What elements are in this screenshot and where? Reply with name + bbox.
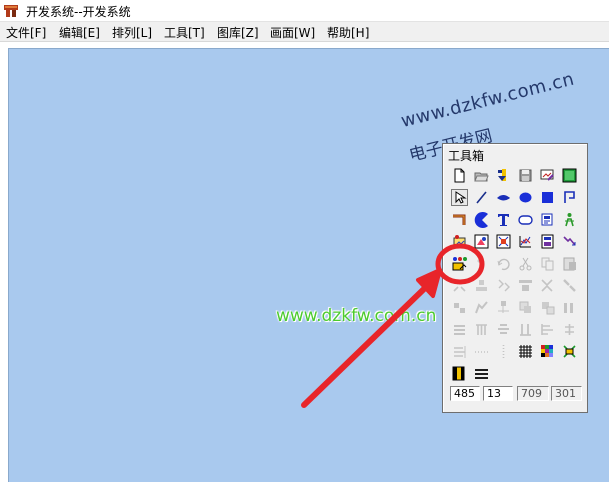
menu-help[interactable]: 帮助[H] <box>327 24 369 41</box>
align-o-icon <box>495 321 512 338</box>
align-h-icon <box>473 299 490 316</box>
status-y: 13 <box>483 386 513 401</box>
save-icon[interactable] <box>517 167 534 184</box>
window-title: 开发系统--开发系统 <box>26 5 131 19</box>
align-a-icon <box>451 277 468 294</box>
polyline-icon[interactable] <box>561 189 578 206</box>
pipe-icon[interactable] <box>451 211 468 228</box>
align-b-icon <box>473 277 490 294</box>
align-p-icon <box>517 321 534 338</box>
align-q-icon <box>539 321 556 338</box>
rounded-rect-icon[interactable] <box>517 211 534 228</box>
frame-icon[interactable] <box>495 233 512 250</box>
status-height: 301 <box>551 386 582 401</box>
align-l-icon <box>561 299 578 316</box>
menu-bar: 文件[F] 编辑[E] 排列[L] 工具[T] 图库[Z] 画面[W] 帮助[H… <box>0 22 609 42</box>
report-icon[interactable] <box>539 233 556 250</box>
status-x: 485 <box>450 386 480 401</box>
horizontal-dots-icon <box>473 343 490 360</box>
align-d-icon <box>517 277 534 294</box>
fill-pattern-icon[interactable] <box>451 365 468 382</box>
trend-icon[interactable] <box>561 233 578 250</box>
text-icon[interactable] <box>495 211 512 228</box>
copy-icon <box>539 255 556 272</box>
person-icon[interactable] <box>561 211 578 228</box>
align-n-icon <box>473 321 490 338</box>
pointer-icon[interactable] <box>451 189 468 206</box>
cut-icon <box>517 255 534 272</box>
disabled-tool-icon <box>473 255 490 272</box>
pie-icon[interactable] <box>473 211 490 228</box>
line-style-icon[interactable] <box>473 365 490 382</box>
menu-arrange[interactable]: 排列[L] <box>112 24 152 41</box>
menu-tools[interactable]: 工具[T] <box>164 24 205 41</box>
color-dots-icon[interactable] <box>451 255 468 272</box>
align-c-icon <box>495 277 512 294</box>
line-icon[interactable] <box>473 189 490 206</box>
rectangle-icon[interactable] <box>539 189 556 206</box>
align-r-icon <box>561 321 578 338</box>
open-folder-icon[interactable] <box>473 167 490 184</box>
toolbox-panel[interactable]: 工具箱 485 13 709 301 <box>442 143 588 413</box>
align-i-icon <box>495 299 512 316</box>
menu-file[interactable]: 文件[F] <box>6 24 46 41</box>
menu-screen[interactable]: 画面[W] <box>270 24 315 41</box>
align-k-icon <box>539 299 556 316</box>
new-file-icon[interactable] <box>451 167 468 184</box>
paste-icon <box>561 255 578 272</box>
menu-edit[interactable]: 编辑[E] <box>59 24 100 41</box>
align-s-icon <box>451 343 468 360</box>
chart-icon[interactable] <box>517 233 534 250</box>
color-palette-icon[interactable] <box>539 343 556 360</box>
menu-gallery[interactable]: 图库[Z] <box>217 24 259 41</box>
green-panel-icon[interactable] <box>561 167 578 184</box>
network-icon[interactable] <box>561 343 578 360</box>
app-icon <box>3 3 19 19</box>
rotate-icon <box>495 255 512 272</box>
align-j-icon <box>517 299 534 316</box>
vertical-dots-icon <box>495 343 512 360</box>
align-e-icon <box>539 277 556 294</box>
image-edit-icon[interactable] <box>539 167 556 184</box>
import-icon[interactable] <box>495 167 512 184</box>
bitmap-icon[interactable] <box>473 233 490 250</box>
align-m-icon <box>451 321 468 338</box>
green-watermark-url: www.dzkfw.com.cn <box>276 306 437 326</box>
toolbox-title: 工具箱 <box>448 149 485 163</box>
align-g-icon <box>451 299 468 316</box>
grid-icon[interactable] <box>517 343 534 360</box>
status-width: 709 <box>517 386 549 401</box>
gallery-icon[interactable] <box>451 233 468 250</box>
align-f-icon <box>561 277 578 294</box>
ellipse-icon[interactable] <box>517 189 534 206</box>
title-bar: 开发系统--开发系统 <box>0 0 609 22</box>
arc-icon[interactable] <box>495 189 512 206</box>
link-icon[interactable] <box>539 211 556 228</box>
